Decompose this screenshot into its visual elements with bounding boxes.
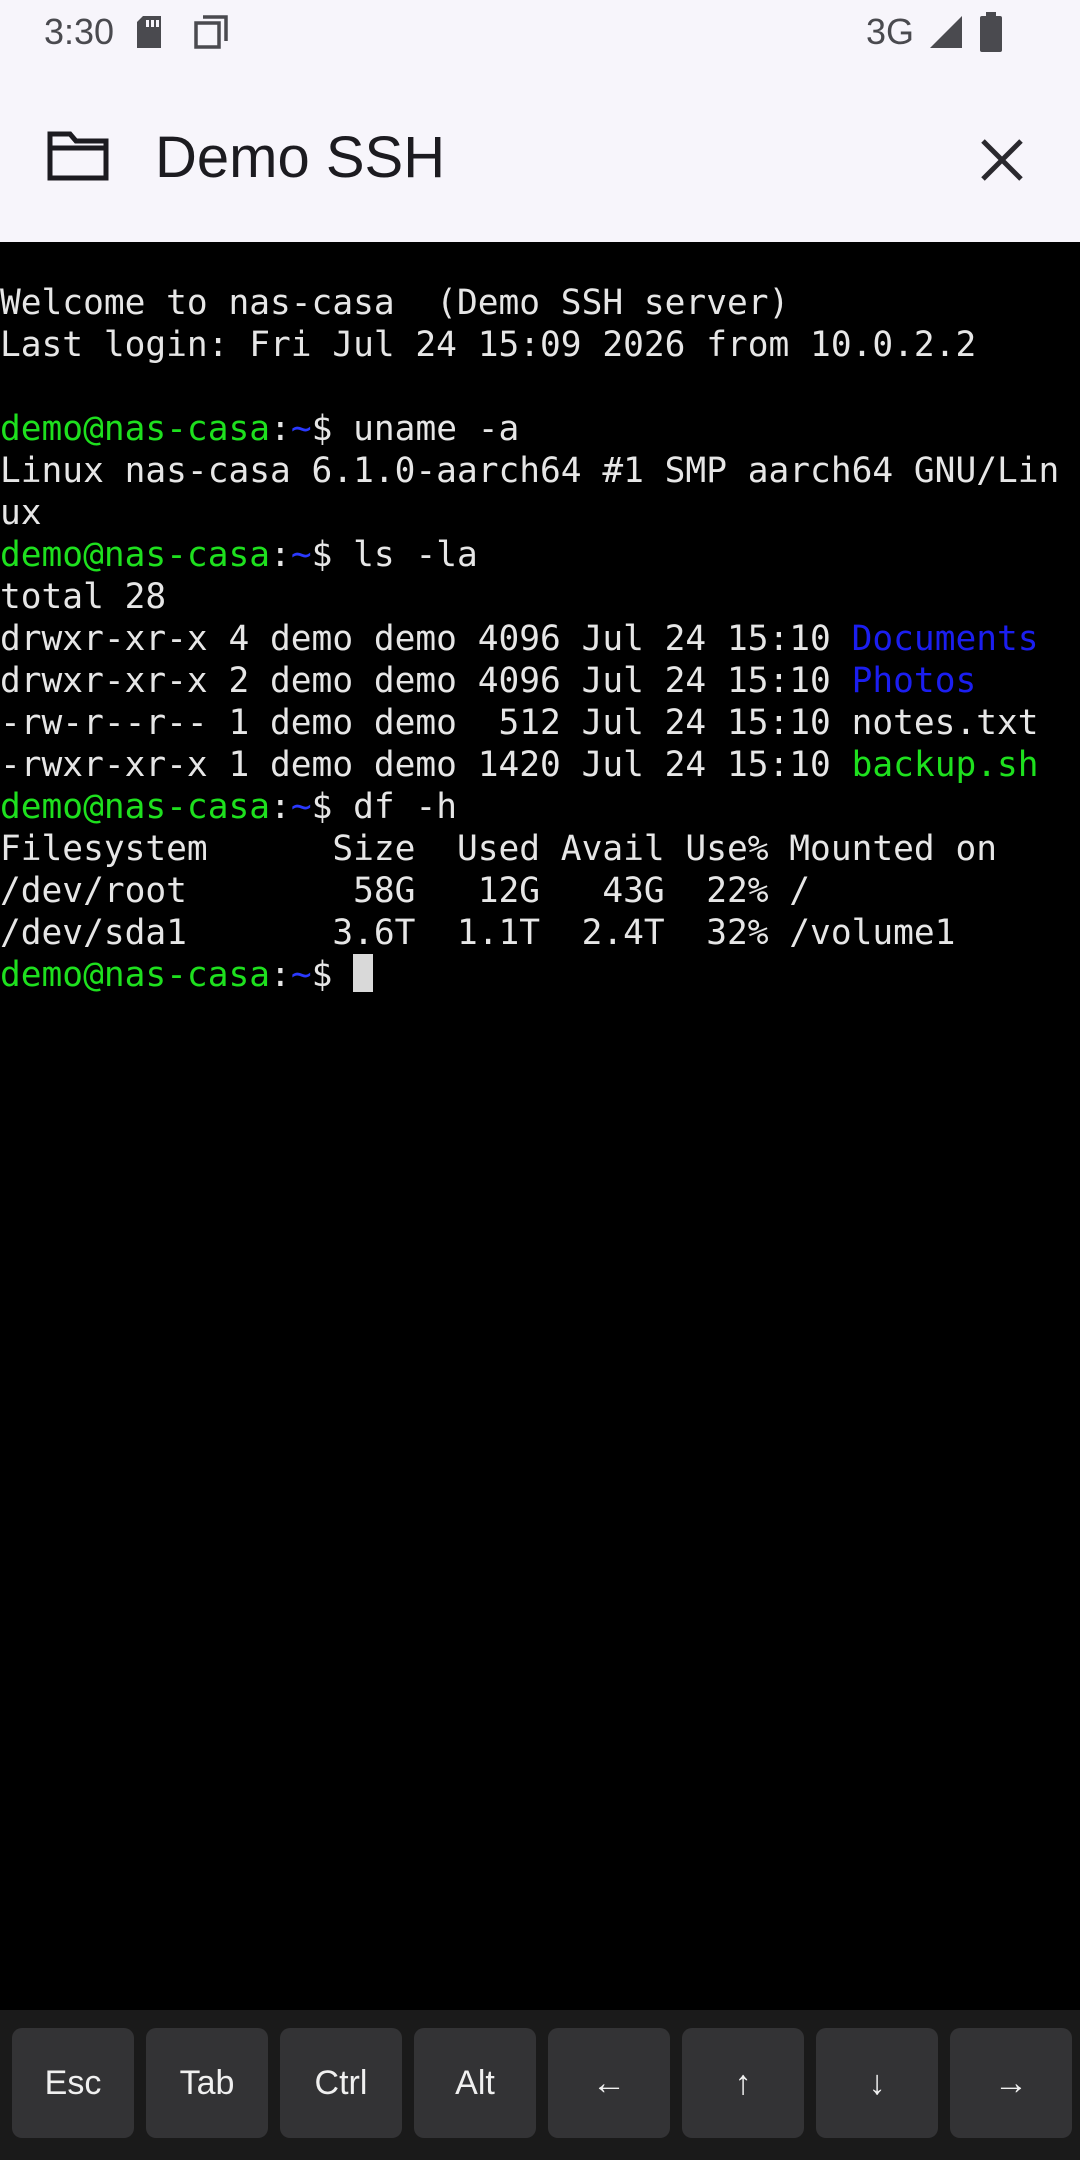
terminal-text: ux bbox=[0, 493, 42, 533]
terminal-text: /dev/root 58G 12G 43G 22% / bbox=[0, 871, 811, 911]
network-type-label: 3G bbox=[866, 11, 915, 52]
terminal-text: : bbox=[270, 535, 291, 575]
terminal-line: Last login: Fri Jul 24 15:09 2026 from 1… bbox=[0, 324, 1059, 366]
app-title: Demo SSH bbox=[155, 125, 446, 190]
terminal-text: Filesystem Size Used Avail Use% Mounted … bbox=[0, 829, 997, 869]
alt-key[interactable]: Alt bbox=[414, 2028, 536, 2138]
app-bar: Demo SSH bbox=[0, 64, 1080, 242]
terminal-line: demo@nas-casa:~$ df -h bbox=[0, 786, 1059, 828]
terminal-text: total 28 bbox=[0, 577, 167, 617]
terminal-output: Welcome to nas-casa (Demo SSH server) Las… bbox=[0, 282, 1059, 996]
terminal-line: /dev/sda1 3.6T 1.1T 2.4T 32% /volume1 bbox=[0, 912, 1059, 954]
terminal-line: -rw-r--r-- 1 demo demo 512 Jul 24 15:10 … bbox=[0, 702, 1059, 744]
prompt-user-host: demo@nas-casa bbox=[0, 955, 271, 995]
esc-key[interactable]: Esc bbox=[12, 2028, 134, 2138]
terminal-text: ~ bbox=[290, 787, 312, 827]
terminal-cursor bbox=[353, 954, 374, 992]
status-time: 3:30 bbox=[44, 11, 115, 52]
folder-icon bbox=[47, 131, 109, 181]
terminal-text: Last login: Fri Jul 24 15:09 2026 from 1… bbox=[0, 325, 977, 365]
arrow-right-key[interactable]: → bbox=[950, 2028, 1072, 2138]
prompt-user-host: demo@nas-casa bbox=[0, 787, 271, 827]
terminal-text: drwxr-xr-x 4 demo demo 4096 Jul 24 15:10 bbox=[0, 619, 852, 659]
terminal-line: demo@nas-casa:~$ bbox=[0, 954, 1059, 996]
terminal-text: drwxr-xr-x 2 demo demo 4096 Jul 24 15:10 bbox=[0, 661, 852, 701]
terminal-text: $ ls -la bbox=[311, 535, 478, 575]
terminal-text: $ bbox=[311, 955, 354, 995]
terminal-text: Documents bbox=[851, 619, 1039, 659]
signal-icon bbox=[930, 16, 962, 48]
close-icon bbox=[981, 139, 1023, 181]
pages-icon bbox=[194, 15, 228, 49]
ctrl-key[interactable]: Ctrl bbox=[280, 2028, 402, 2138]
terminal-text: $ uname -a bbox=[311, 409, 520, 449]
terminal-text: -rw-r--r-- 1 demo demo 512 Jul 24 15:10 … bbox=[0, 703, 1039, 743]
terminal-line: demo@nas-casa:~$ uname -a bbox=[0, 408, 1059, 450]
terminal-line: drwxr-xr-x 2 demo demo 4096 Jul 24 15:10… bbox=[0, 660, 1059, 702]
prompt-user-host: demo@nas-casa bbox=[0, 535, 271, 575]
terminal-view[interactable]: Welcome to nas-casa (Demo SSH server) Las… bbox=[0, 242, 1080, 2010]
terminal-line: demo@nas-casa:~$ ls -la bbox=[0, 534, 1059, 576]
terminal-text: : bbox=[270, 787, 291, 827]
terminal-line: /dev/root 58G 12G 43G 22% / bbox=[0, 870, 1059, 912]
arrow-up-key[interactable]: ↑ bbox=[682, 2028, 804, 2138]
terminal-line: Welcome to nas-casa (Demo SSH server) bbox=[0, 282, 1059, 324]
close-button[interactable] bbox=[964, 122, 1040, 198]
terminal-line: Linux nas-casa 6.1.0-aarch64 #1 SMP aarc… bbox=[0, 450, 1059, 492]
tab-key[interactable]: Tab bbox=[146, 2028, 268, 2138]
terminal-line: total 28 bbox=[0, 576, 1059, 618]
terminal-text: Welcome to nas-casa (Demo SSH server) bbox=[0, 283, 790, 323]
terminal-text: -rwxr-xr-x 1 demo demo 1420 Jul 24 15:10 bbox=[0, 745, 852, 785]
battery-icon bbox=[980, 12, 1002, 52]
terminal-line: drwxr-xr-x 4 demo demo 4096 Jul 24 15:10… bbox=[0, 618, 1059, 660]
prompt-user-host: demo@nas-casa bbox=[0, 409, 271, 449]
terminal-text: ~ bbox=[290, 955, 312, 995]
arrow-left-key[interactable]: ← bbox=[548, 2028, 670, 2138]
terminal-text: Linux nas-casa 6.1.0-aarch64 #1 SMP aarc… bbox=[0, 451, 1060, 491]
status-bar: 3:30 3G bbox=[0, 0, 1080, 64]
terminal-text: /dev/sda1 3.6T 1.1T 2.4T 32% /volume1 bbox=[0, 913, 956, 953]
folder-button[interactable] bbox=[32, 116, 122, 196]
arrow-down-key[interactable]: ↓ bbox=[816, 2028, 938, 2138]
terminal-text: ~ bbox=[290, 409, 312, 449]
terminal-text: : bbox=[270, 955, 291, 995]
terminal-text: ~ bbox=[290, 535, 312, 575]
terminal-text: backup.sh bbox=[851, 745, 1039, 785]
terminal-line: -rwxr-xr-x 1 demo demo 1420 Jul 24 15:10… bbox=[0, 744, 1059, 786]
terminal-text: $ df -h bbox=[311, 787, 457, 827]
extra-keys-bar: Esc Tab Ctrl Alt ← ↑ ↓ → bbox=[0, 2010, 1080, 2160]
terminal-text: Photos bbox=[851, 661, 977, 701]
terminal-text: : bbox=[270, 409, 291, 449]
terminal-line: Filesystem Size Used Avail Use% Mounted … bbox=[0, 828, 1059, 870]
terminal-line: ux bbox=[0, 492, 1059, 534]
sd-card-icon bbox=[137, 16, 161, 48]
